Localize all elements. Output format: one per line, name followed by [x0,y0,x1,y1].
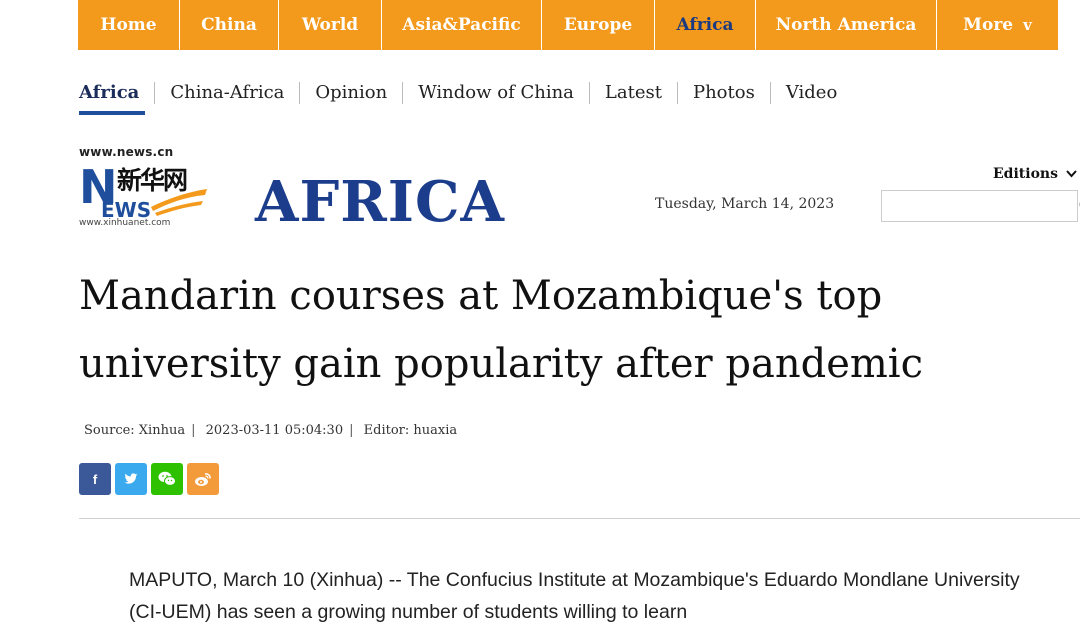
article-source: Source: Xinhua [84,423,186,438]
article-divider [79,518,1080,519]
nav-item-africa[interactable]: Africa [655,0,756,50]
article-meta: Source: Xinhua | 2023-03-11 05:04:30 | Edi… [84,423,458,438]
editions-label: Editions [993,166,1058,182]
subnav-item-china-africa[interactable]: China-Africa [154,82,299,104]
chevron-down-icon: v [1023,16,1032,34]
search-box [881,190,1080,222]
subnav-item-africa[interactable]: Africa [79,82,154,104]
subnav-item-window-of-china[interactable]: Window of China [402,82,589,104]
twitter-share-button[interactable] [115,463,147,495]
top-nav-bar: Home China World Asia&Pacific Europe Afr… [78,0,1058,50]
editions-dropdown[interactable]: Editions [993,166,1077,182]
weibo-share-button[interactable] [187,463,219,495]
wechat-share-button[interactable] [151,463,183,495]
article-datetime: 2023-03-11 05:04:30 [205,423,344,438]
nav-item-north-america[interactable]: North America [756,0,937,50]
logo-chinese-text: 新华网 [117,166,188,195]
nav-item-europe[interactable]: Europe [542,0,655,50]
logo-url-bottom: www.xinhuanet.com [79,218,171,228]
nav-item-more[interactable]: More v [937,0,1058,50]
article-headline: Mandarin courses at Mozambique's top uni… [79,273,923,387]
subnav-item-latest[interactable]: Latest [588,82,677,104]
subnav-item-video[interactable]: Video [769,82,852,104]
nav-item-asia-pacific[interactable]: Asia&Pacific [382,0,542,50]
article-body-paragraph: MAPUTO, March 10 (Xinhua) -- The Confuci… [129,569,1020,623]
logo-letters-ews: EWS [101,198,151,219]
nav-item-home[interactable]: Home [78,0,180,50]
article-editor: Editor: huaxia [363,423,458,438]
subnav-item-opinion[interactable]: Opinion [299,82,402,104]
section-title: AFRICA [255,169,505,235]
section-subnav: Africa China-Africa Opinion Window of Ch… [79,78,852,108]
share-buttons: f [79,463,219,495]
facebook-share-button[interactable]: f [79,463,111,495]
wechat-icon [158,471,176,486]
nav-item-world[interactable]: World [279,0,382,50]
twitter-icon [124,473,138,484]
site-logo[interactable]: www.news.cn N EWS 新华网 www.xinhuanet.com [79,145,209,231]
search-input[interactable] [882,191,1079,221]
chevron-down-icon [1066,167,1077,181]
nav-item-china[interactable]: China [180,0,279,50]
logo-url-top: www.news.cn [79,145,174,159]
weibo-icon [195,472,211,486]
subnav-item-photos[interactable]: Photos [676,82,770,104]
current-date: Tuesday, March 14, 2023 [655,196,835,212]
nav-more-label: More [963,15,1014,35]
facebook-icon: f [92,471,98,487]
subnav-active-underline [79,111,145,115]
top-nav: Home China World Asia&Pacific Europe Afr… [0,0,1080,50]
